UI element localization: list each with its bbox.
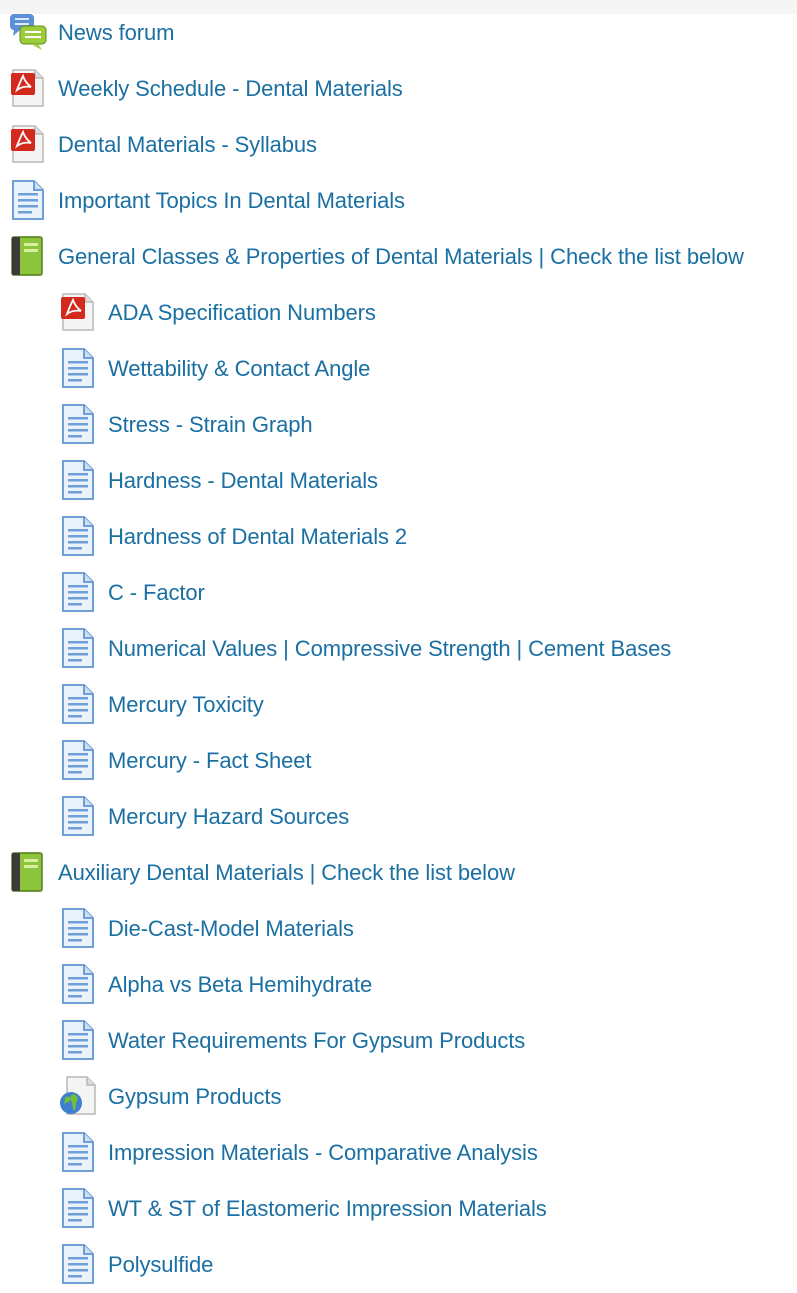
list-item: Water Requirements For Gypsum Products [0,1013,797,1069]
page-icon [59,348,97,388]
list-item: Stress - Strain Graph [0,397,797,453]
activity-link[interactable]: C - Factor [108,580,205,606]
activity-link[interactable]: Hardness of Dental Materials 2 [108,524,407,550]
list-item: Auxiliary Dental Materials | Check the l… [0,845,797,901]
list-item: C - Factor [0,565,797,621]
page-icon [59,908,97,948]
page-icon [59,628,97,668]
page-icon [59,516,97,556]
page-icon [59,684,97,724]
page-icon [59,1244,97,1284]
activity-link[interactable]: Important Topics In Dental Materials [58,188,405,214]
book-icon [9,236,47,276]
page-icon [59,572,97,612]
list-item: Hardness - Dental Materials [0,453,797,509]
page-icon [59,1188,97,1228]
activity-link[interactable]: Die-Cast-Model Materials [108,916,354,942]
activity-link[interactable]: WT & ST of Elastomeric Impression Materi… [108,1196,547,1222]
list-item: ADA Specification Numbers [0,285,797,341]
activity-link[interactable]: News forum [58,20,174,46]
activity-link[interactable]: Mercury Hazard Sources [108,804,349,830]
page-icon [59,1132,97,1172]
activity-link[interactable]: Gypsum Products [108,1084,281,1110]
list-item: Hardness of Dental Materials 2 [0,509,797,565]
activity-link[interactable]: General Classes & Properties of Dental M… [58,244,744,270]
list-item: Impression Materials - Comparative Analy… [0,1125,797,1181]
activity-link[interactable]: ADA Specification Numbers [108,300,376,326]
list-item: Mercury - Fact Sheet [0,733,797,789]
activity-link[interactable]: Water Requirements For Gypsum Products [108,1028,525,1054]
list-item: Gypsum Products [0,1069,797,1125]
pdf-icon [59,292,97,332]
forum-icon [9,12,47,52]
activity-link[interactable]: Numerical Values | Compressive Strength … [108,636,671,662]
url-icon [59,1076,97,1116]
activity-link[interactable]: Wettability & Contact Angle [108,356,370,382]
activity-link[interactable]: Dental Materials - Syllabus [58,132,317,158]
page-icon [59,740,97,780]
page-icon [59,1020,97,1060]
activity-link[interactable]: Mercury - Fact Sheet [108,748,312,774]
page-icon [59,460,97,500]
list-item: Polysulfide [0,1237,797,1293]
activity-link[interactable]: Mercury Toxicity [108,692,264,718]
activity-link[interactable]: Polysulfide [108,1252,213,1278]
page-icon [59,796,97,836]
list-item: Mercury Toxicity [0,677,797,733]
activity-link[interactable]: Alpha vs Beta Hemihydrate [108,972,372,998]
list-item: Wettability & Contact Angle [0,341,797,397]
activity-link[interactable]: Hardness - Dental Materials [108,468,378,494]
activity-link[interactable]: Stress - Strain Graph [108,412,313,438]
pdf-icon [9,68,47,108]
list-item: Alpha vs Beta Hemihydrate [0,957,797,1013]
list-item: General Classes & Properties of Dental M… [0,229,797,285]
list-item: WT & ST of Elastomeric Impression Materi… [0,1181,797,1237]
list-item: News forum [0,5,797,61]
list-item: Mercury Hazard Sources [0,789,797,845]
list-item: Die-Cast-Model Materials [0,901,797,957]
list-item: Important Topics In Dental Materials [0,173,797,229]
list-item: Numerical Values | Compressive Strength … [0,621,797,677]
activity-link[interactable]: Impression Materials - Comparative Analy… [108,1140,538,1166]
page-icon [59,404,97,444]
activity-link[interactable]: Auxiliary Dental Materials | Check the l… [58,860,515,886]
book-icon [9,852,47,892]
pdf-icon [9,124,47,164]
list-item: Weekly Schedule - Dental Materials [0,61,797,117]
list-item: Dental Materials - Syllabus [0,117,797,173]
activity-link[interactable]: Weekly Schedule - Dental Materials [58,76,403,102]
page-icon [59,964,97,1004]
page-icon [9,180,47,220]
activity-list: News forum Weekly Schedule - Dental Mate… [0,5,797,1293]
